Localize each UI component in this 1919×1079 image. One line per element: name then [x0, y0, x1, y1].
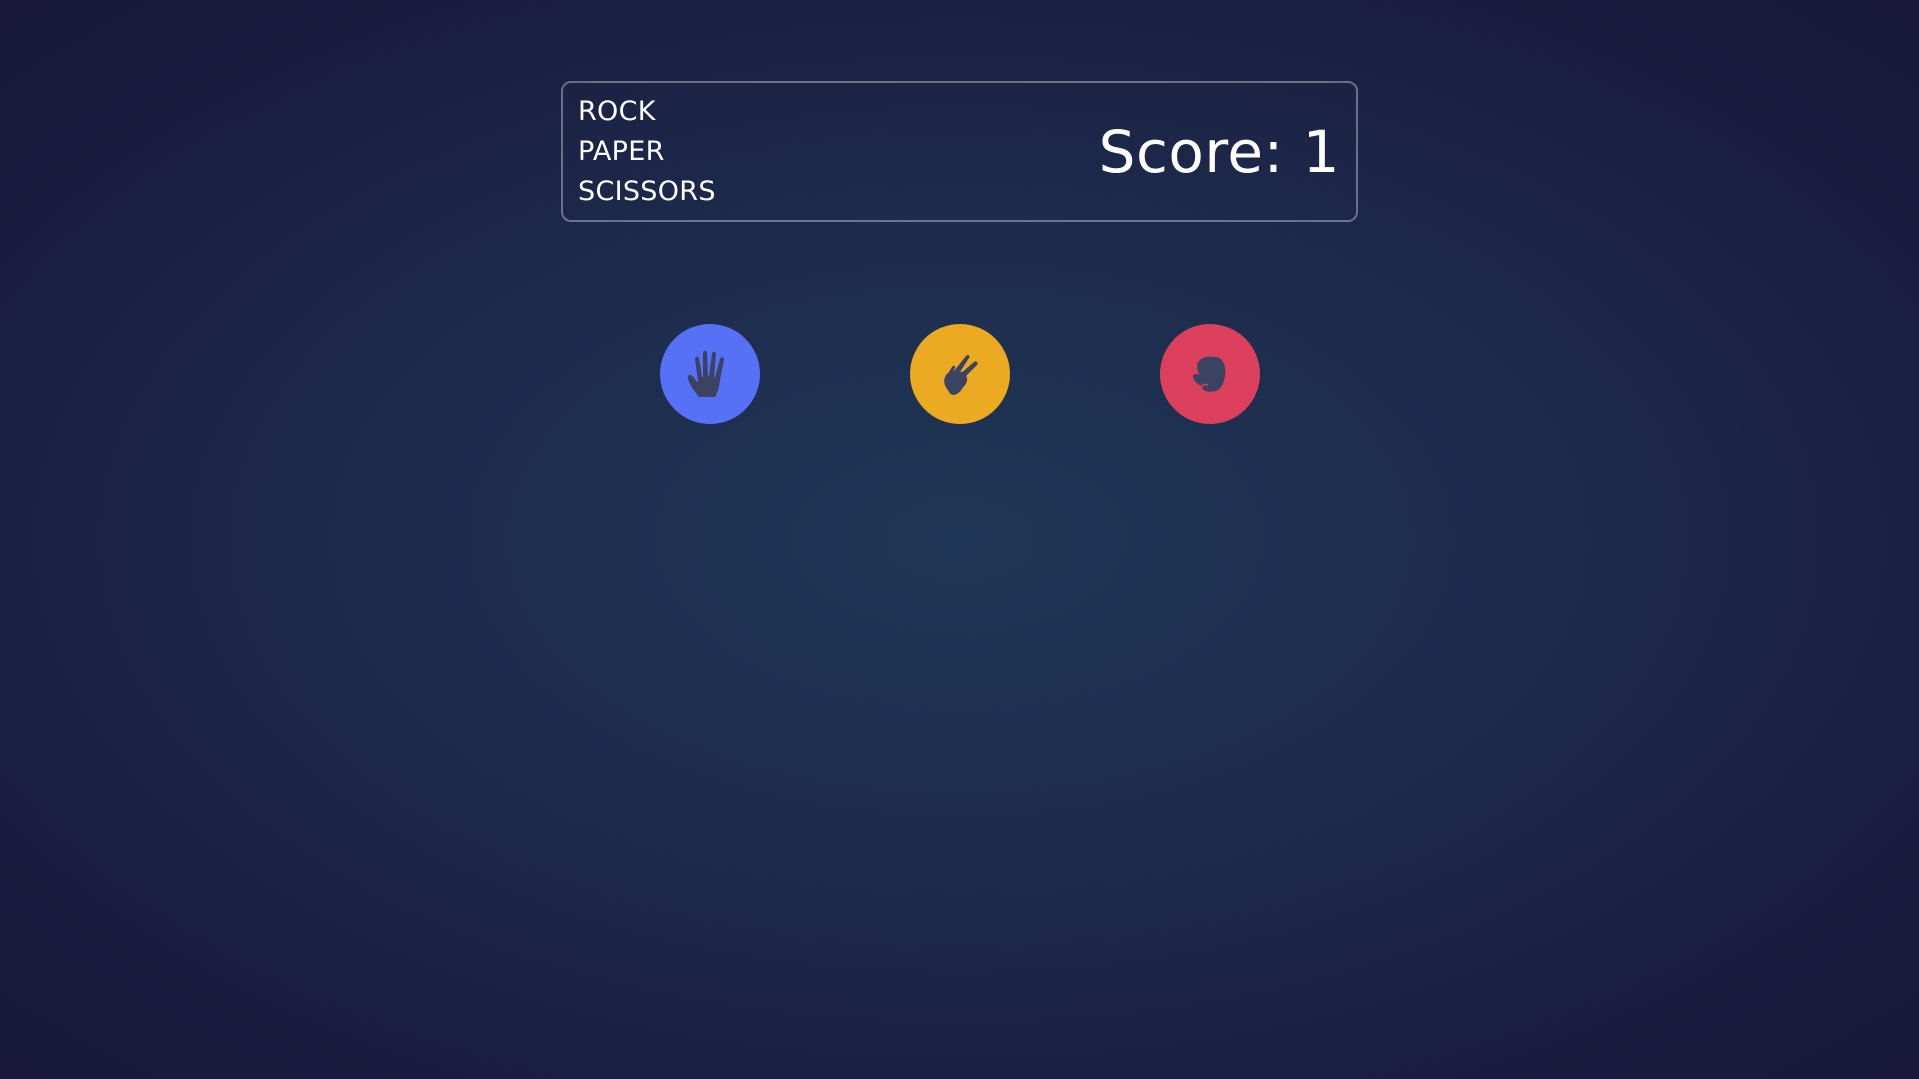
hand-paper-icon — [687, 350, 725, 397]
hand-rock-icon — [1192, 356, 1226, 392]
rock-button[interactable] — [1160, 324, 1260, 424]
scoreboard-header: ROCK PAPER SCISSORS Score: 1 — [561, 81, 1358, 222]
hand-scissors-icon — [944, 355, 978, 395]
score-display: Score: 1 — [1098, 117, 1340, 186]
scissors-button[interactable] — [910, 324, 1010, 424]
paper-button[interactable] — [660, 324, 760, 424]
title-paper: PAPER — [578, 135, 665, 167]
title-scissors: SCISSORS — [578, 175, 716, 207]
game-title: ROCK PAPER SCISSORS — [578, 92, 716, 212]
title-rock: ROCK — [578, 95, 656, 127]
